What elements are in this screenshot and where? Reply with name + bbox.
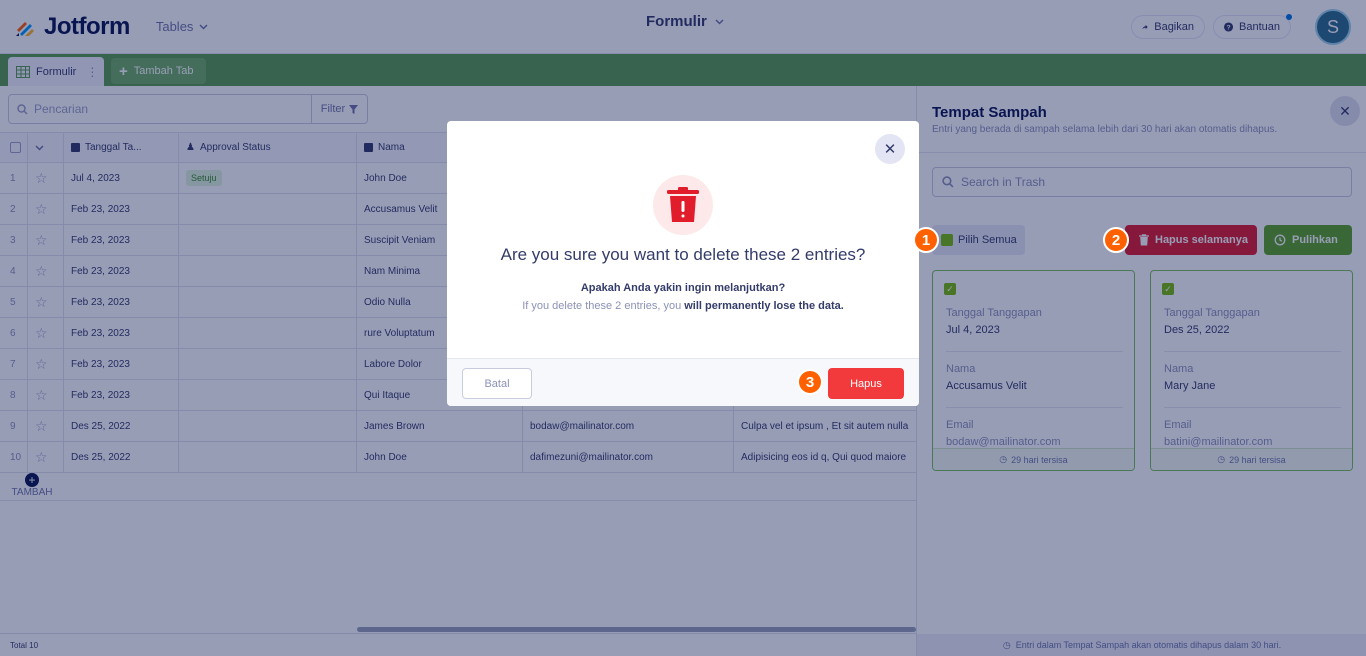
warning-strong-text: will permanently lose the data. <box>684 300 844 312</box>
modal-subtitle: Apakah Anda yakin ingin melanjutkan? <box>580 282 786 294</box>
step-badge-2: 2 <box>1103 227 1129 253</box>
delete-button[interactable]: Hapus <box>828 368 904 399</box>
step-badge-3: 3 <box>797 369 823 395</box>
warning-text: If you delete these 2 entries, you <box>522 300 685 312</box>
warning-trash-icon <box>653 175 713 235</box>
modal-question: Are you sure you want to delete these 2 … <box>500 245 866 264</box>
delete-confirm-modal: ✕ Are you sure you want to delete these … <box>447 121 919 406</box>
modal-footer: Batal Hapus <box>447 358 919 406</box>
cancel-button[interactable]: Batal <box>462 368 532 399</box>
close-icon: ✕ <box>883 141 897 158</box>
modal-warning: If you delete these 2 entries, you will … <box>447 300 919 312</box>
close-modal-button[interactable]: ✕ <box>875 134 905 164</box>
trash-warning-icon <box>667 187 699 222</box>
step-badge-1: 1 <box>913 227 939 253</box>
